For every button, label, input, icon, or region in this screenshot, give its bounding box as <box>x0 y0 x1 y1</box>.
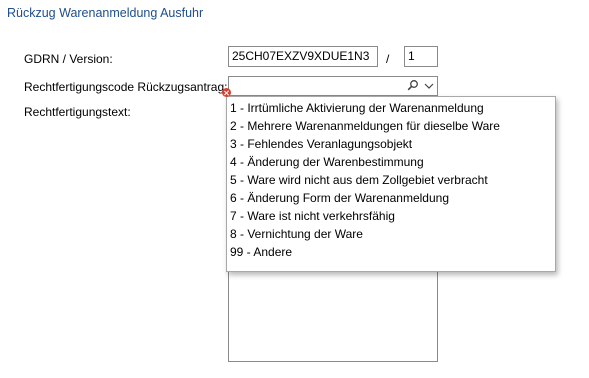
dropdown-option-3[interactable]: 3 - Fehlendes Veranlagungsobjekt <box>230 137 412 151</box>
justification-code-label: Rechtfertigungscode Rückzugsantrag: <box>24 80 228 94</box>
gdrn-input[interactable]: 25CH07EXZV9XDUE1N3 <box>228 46 378 67</box>
version-separator: / <box>386 52 390 66</box>
dropdown-option-8[interactable]: 8 - Vernichtung der Ware <box>230 227 363 241</box>
error-icon <box>222 88 231 97</box>
chevron-down-icon[interactable] <box>424 79 434 93</box>
dropdown-option-2[interactable]: 2 - Mehrere Warenanmeldungen für dieselb… <box>230 119 500 133</box>
dropdown-option-6[interactable]: 6 - Änderung Form der Warenanmeldung <box>230 191 449 205</box>
justification-code-dropdown: 1 - Irrtümliche Aktivierung der Warenanm… <box>226 96 556 272</box>
form-title: Rückzug Warenanmeldung Ausfuhr <box>7 6 204 20</box>
justification-code-combobox[interactable] <box>228 76 438 96</box>
dropdown-option-5[interactable]: 5 - Ware wird nicht aus dem Zollgebiet v… <box>230 173 488 187</box>
dropdown-option-1[interactable]: 1 - Irrtümliche Aktivierung der Warenanm… <box>230 101 484 115</box>
version-input[interactable]: 1 <box>404 46 438 67</box>
gdrn-label: GDRN / Version: <box>24 52 113 66</box>
dropdown-option-4[interactable]: 4 - Änderung der Warenbestimmung <box>230 155 424 169</box>
dropdown-option-7[interactable]: 7 - Ware ist nicht verkehrsfähig <box>230 209 395 223</box>
justification-text-label: Rechtfertigungstext: <box>24 105 131 119</box>
dropdown-option-99[interactable]: 99 - Andere <box>230 245 292 259</box>
search-icon[interactable] <box>407 79 419 94</box>
